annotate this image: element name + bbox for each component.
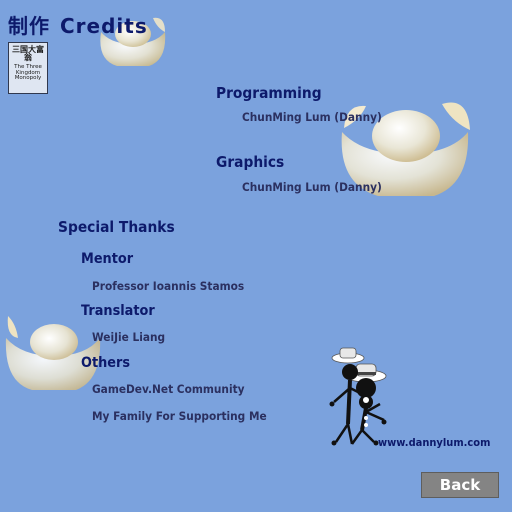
- programming-heading: Programming: [216, 84, 322, 102]
- website-link[interactable]: www.dannylum.com: [378, 436, 490, 449]
- others-credit-1: GameDev.Net Community: [92, 382, 245, 396]
- logo-chinese-title: 三国大富翁: [12, 45, 44, 63]
- page-title: 制作 Credits: [8, 10, 148, 39]
- gold-ingot-icon-left: [5, 316, 101, 390]
- others-credit-2: My Family For Supporting Me: [92, 409, 267, 423]
- graphics-credit: ChunMing Lum (Danny): [242, 180, 382, 194]
- title-english: Credits: [60, 14, 148, 38]
- graphics-heading: Graphics: [216, 153, 285, 171]
- back-button[interactable]: Back: [421, 472, 499, 498]
- mascot-figure-icon: [329, 347, 387, 446]
- programming-credit: ChunMing Lum (Danny): [242, 110, 382, 124]
- translator-label: Translator: [81, 303, 155, 319]
- logo-line-3: Monopoly: [14, 75, 42, 82]
- mentor-label: Mentor: [81, 251, 134, 267]
- mentor-credit: Professor Ioannis Stamos: [92, 279, 245, 293]
- special-thanks-heading: Special Thanks: [58, 218, 175, 236]
- game-logo: 三国大富翁 The Three Kingdom Monopoly: [8, 42, 48, 94]
- others-label: Others: [81, 355, 131, 371]
- title-chinese: 制作: [8, 14, 50, 38]
- translator-credit: WeiJie Liang: [92, 330, 166, 344]
